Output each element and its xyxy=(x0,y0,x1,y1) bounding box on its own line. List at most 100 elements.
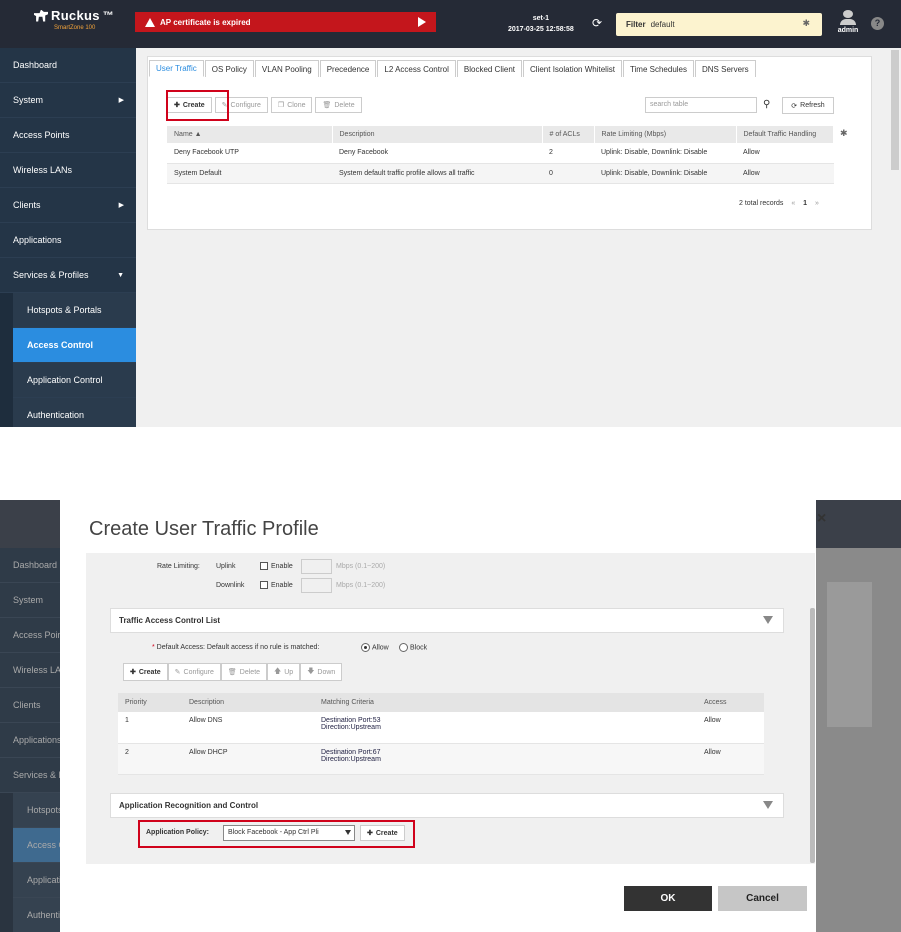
play-arrow-icon[interactable] xyxy=(418,17,426,27)
next-page-button[interactable]: » xyxy=(815,200,819,207)
table-row[interactable]: 1 Allow DNS Destination Port:53 Direction… xyxy=(118,712,764,744)
criteria-direction: Direction:Upstream xyxy=(321,724,381,731)
alert-banner[interactable]: AP certificate is expired xyxy=(135,12,436,32)
clone-button[interactable]: ❐ Clone xyxy=(270,97,313,113)
tab-os-policy[interactable]: OS Policy xyxy=(204,60,254,77)
cell-priority: 2 xyxy=(118,743,182,775)
cell-access: Allow xyxy=(697,743,764,775)
table-row[interactable]: System Default System default traffic pr… xyxy=(167,163,834,184)
dimmed-nav-item: Services & Profiles xyxy=(0,758,60,793)
default-access-text: Default access if no rule is matched: xyxy=(206,644,320,651)
gear-icon[interactable]: ✱ xyxy=(802,18,810,29)
sidebar-item-services-profiles[interactable]: Services & Profiles ▼ xyxy=(0,258,136,293)
acl-down-button[interactable]: 🡇 Down xyxy=(300,663,343,681)
acl-up-button[interactable]: 🡅 Up xyxy=(267,663,301,681)
search-input[interactable]: search table xyxy=(645,97,757,113)
tab-precedence[interactable]: Precedence xyxy=(319,60,377,77)
table-row[interactable]: 2 Allow DHCP Destination Port:67 Directio… xyxy=(118,743,764,775)
chevron-right-icon: ▶ xyxy=(118,97,124,104)
arc-section-header[interactable]: Application Recognition and Control xyxy=(110,793,784,818)
acl-create-button[interactable]: ✚ Create xyxy=(123,663,168,681)
delete-button[interactable]: 🗑 Delete xyxy=(315,97,362,113)
col-default-handling[interactable]: Default Traffic Handling xyxy=(736,126,834,143)
col-description[interactable]: Description xyxy=(332,126,543,143)
acl-configure-button[interactable]: ✎ Configure xyxy=(167,663,221,681)
dimmed-nav-item: System xyxy=(0,583,60,618)
dimmed-sidebar: Dashboard System Access Points Wireless … xyxy=(0,548,60,932)
allow-label: Allow xyxy=(372,644,389,652)
enable-label: Enable xyxy=(271,581,293,589)
sidebar-item-label: Wireless LANs xyxy=(13,165,73,175)
clone-label: Clone xyxy=(287,101,306,109)
system-name: set-1 xyxy=(532,15,550,22)
dialog-scrollbar[interactable] xyxy=(810,608,815,863)
col-access: Access xyxy=(697,693,764,712)
user-menu[interactable]: admin xyxy=(833,10,863,34)
sidebar-item-dashboard[interactable]: Dashboard xyxy=(0,48,136,83)
sidebar-item-system[interactable]: System ▶ xyxy=(0,83,136,118)
uplink-enable-checkbox[interactable]: Enable xyxy=(260,562,293,570)
sidebar-subitem-hotspots[interactable]: Hotspots & Portals xyxy=(13,293,136,328)
pagination: 2 total records « 1 » xyxy=(739,200,819,207)
acl-configure-label: Configure xyxy=(183,668,214,676)
cancel-button[interactable]: Cancel xyxy=(718,886,807,911)
tab-vlan-pooling[interactable]: VLAN Pooling xyxy=(254,60,319,77)
default-access-row: * Default Access: Default access if no r… xyxy=(152,644,319,651)
arrow-down-icon: 🡇 xyxy=(307,667,315,675)
refresh-icon[interactable]: ⟳ xyxy=(592,16,602,30)
close-icon[interactable]: × xyxy=(817,510,826,528)
sidebar-item-clients[interactable]: Clients ▶ xyxy=(0,188,136,223)
highlight-app-policy xyxy=(138,820,415,848)
cell-acls: 0 xyxy=(542,163,594,184)
user-icon xyxy=(843,10,853,18)
acl-section-header[interactable]: Traffic Access Control List xyxy=(110,608,784,633)
help-icon[interactable]: ? xyxy=(871,17,884,30)
downlink-rate-input[interactable] xyxy=(301,578,332,593)
col-name[interactable]: Name ▲ xyxy=(167,126,333,143)
page-number[interactable]: 1 xyxy=(803,200,807,207)
col-matching-criteria: Matching Criteria xyxy=(314,693,697,712)
tab-client-isolation-whitelist[interactable]: Client Isolation Whitelist xyxy=(523,60,622,77)
col-acls[interactable]: # of ACLs xyxy=(542,126,595,143)
top-bar: Ruckus ™ SmartZone 100 AP certificate is … xyxy=(0,0,901,48)
sidebar-item-access-points[interactable]: Access Points xyxy=(0,118,136,153)
page-scrollbar[interactable] xyxy=(891,50,899,170)
search-icon[interactable]: ⚲ xyxy=(763,99,770,110)
tab-user-traffic[interactable]: User Traffic xyxy=(149,60,204,77)
tab-blocked-client[interactable]: Blocked Client xyxy=(456,60,523,77)
allow-radio[interactable]: Allow xyxy=(361,643,389,652)
sidebar-subitem-access-control[interactable]: Access Control xyxy=(13,328,136,363)
dimmed-nav-item: Wireless LANs xyxy=(0,653,60,688)
prev-page-button[interactable]: « xyxy=(791,200,795,207)
block-radio[interactable]: Block xyxy=(399,643,427,652)
sidebar-subitem-application-control[interactable]: Application Control xyxy=(13,363,136,398)
total-records: 2 total records xyxy=(739,200,784,207)
sidebar-item-wireless-lans[interactable]: Wireless LANs xyxy=(0,153,136,188)
dimmed-subnav-item: Hotspots & Portals xyxy=(13,793,60,828)
sidebar-subitem-authentication[interactable]: Authentication xyxy=(13,398,136,427)
system-datetime: 2017-03-25 12:58:58 xyxy=(508,26,574,33)
uplink-rate-input[interactable] xyxy=(301,559,332,574)
tab-l2-access-control[interactable]: L2 Access Control xyxy=(377,60,456,77)
cell-description: Allow DNS xyxy=(182,712,314,744)
filter-value: default xyxy=(650,20,675,29)
cell-default-handling: Allow xyxy=(736,163,834,184)
col-rate-limiting[interactable]: Rate Limiting (Mbps) xyxy=(594,126,737,143)
dimmed-nav-item: Applications xyxy=(0,723,60,758)
dimmed-subnav-item: Authentication xyxy=(13,898,60,932)
domain-filter[interactable]: Filter default ✱ xyxy=(616,13,822,36)
refresh-button[interactable]: ⟳ Refresh xyxy=(782,97,834,114)
sidebar-item-label: Clients xyxy=(13,200,41,210)
table-settings-gear-icon[interactable]: ✱ xyxy=(840,128,848,139)
tab-dns-servers[interactable]: DNS Servers xyxy=(695,60,756,77)
ok-button[interactable]: OK xyxy=(624,886,712,911)
acl-toolbar: ✚ Create ✎ Configure 🗑 Delete 🡅 Up 🡇 Down xyxy=(123,663,343,681)
sidebar-item-applications[interactable]: Applications xyxy=(0,223,136,258)
arrow-up-icon: 🡅 xyxy=(274,667,282,675)
tab-time-schedules[interactable]: Time Schedules xyxy=(622,60,694,77)
table-row[interactable]: Deny Facebook UTP Deny Facebook 2 Uplink… xyxy=(167,143,834,164)
downlink-enable-checkbox[interactable]: Enable xyxy=(260,581,293,589)
acl-delete-button[interactable]: 🗑 Delete xyxy=(220,663,268,681)
tab-bar: User Traffic OS Policy VLAN Pooling Prec… xyxy=(149,60,757,77)
dimmed-subnav-item: Access Control xyxy=(13,828,60,863)
